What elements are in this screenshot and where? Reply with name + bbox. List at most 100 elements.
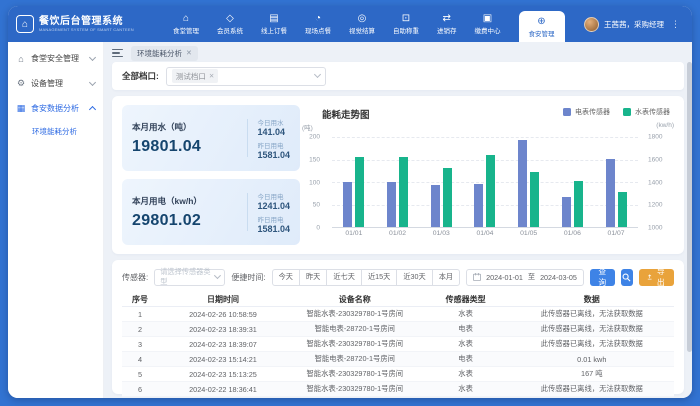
divider [247,193,248,231]
search-button[interactable]: 查询 [590,269,615,286]
nav-label: 会员系统 [217,25,243,35]
cell-data: 此传感器已离线，无法获取数据 [510,339,674,349]
electric-bar [343,182,352,227]
collapse-menu-icon[interactable] [112,49,123,58]
x-tick: 01/04 [476,230,493,237]
quick-15days-button[interactable]: 近15天 [361,269,397,286]
water-bar [618,192,627,227]
water-bar [443,168,452,227]
bar-group: 01/07 [606,137,627,227]
user-avatar [584,17,599,32]
quick-yesterday-button[interactable]: 昨天 [299,269,327,286]
nav-item-vision-checkout[interactable]: ◎ 视觉结算 [349,6,375,42]
stall-tag: 测试档口 ✕ [172,69,218,83]
tag-close-icon[interactable]: ✕ [209,72,214,80]
today-electric-value: 1241.04 [257,201,290,211]
sidebar-item-food-safety-analysis[interactable]: ▦ 食安数据分析 [8,96,103,121]
legend-label: 电表传感器 [575,107,610,117]
y-tick: 50 [313,202,320,209]
electric-bar [431,185,440,227]
legend-electric-sensor[interactable]: 电表传感器 [563,107,610,117]
x-tick: 01/02 [389,230,406,237]
water-stat-title: 本月用水（吨） [132,121,245,133]
sidebar-item-device-mgmt[interactable]: ⚙ 设备管理 [8,71,103,96]
today-water-label: 今日用水 [257,117,290,127]
x-tick: 01/05 [520,230,537,237]
app-window: ⌂ 餐饮后台管理系统 MANAGEMENT SYSTEM OF SMART CA… [8,6,692,398]
cell-datetime: 2024-02-26 10:58:59 [158,310,288,319]
legend-water-sensor[interactable]: 水表传感器 [623,107,670,117]
table-row: 4 2024-02-23 15:14:21 智能电表-28720-1号房间 电表… [122,352,674,367]
stall-select[interactable]: 测试档口 ✕ [166,67,326,86]
electric-stat-card: 本月用电（kw/h） 29801.02 今日用电 1241.04 昨日用电 [122,179,300,245]
table-row: 5 2024-02-23 15:13:25 智能水表-230329780-1号房… [122,367,674,382]
nav-item-canteen-mgmt[interactable]: ⌂ 食堂管理 [173,6,199,42]
nav-item-onsite-order[interactable]: ◔ 现场点餐 [305,6,331,42]
vision-checkout-icon: ◎ [358,13,367,24]
cell-sensor-type: 水表 [422,309,510,319]
user-menu[interactable]: 王茜茜，采购经理 ⋮ [584,17,682,32]
energy-overview-card: 本月用水（吨） 19801.04 今日用水 141.04 昨日用电 1581 [112,96,684,254]
nav-item-payment-center[interactable]: ▣ 缴费中心 [475,6,501,42]
canteen-mgmt-icon: ⌂ [183,13,189,24]
nav-label: 食安管理 [529,28,555,38]
bar-group: 01/01 [343,137,364,227]
y-tick: 1000 [648,225,662,232]
cell-device-name: 智能电表-28720-1号房间 [288,354,422,364]
cell-data: 此传感器已离线，无法获取数据 [510,384,674,394]
sidebar-item-canteen-safety-mgmt[interactable]: ⌂ 食堂安全管理 [8,46,103,71]
date-range-picker[interactable]: 2024-01-01 至 2024-03-05 [466,269,584,286]
x-tick: 01/06 [564,230,581,237]
scrollbar-thumb[interactable] [687,62,692,352]
sidebar-item-label: 设备管理 [31,78,63,89]
cell-seq: 4 [122,355,158,364]
left-axis-ticks: 200 150 100 50 0 [300,137,328,228]
y-tick: 1600 [648,156,662,163]
cell-datetime: 2024-02-23 15:14:21 [158,355,288,364]
sensor-type-select[interactable]: 请选择传感器类型 [154,269,225,286]
cell-sensor-type: 电表 [422,354,510,364]
date-end[interactable]: 2024-03-05 [540,273,577,282]
search-icon-button[interactable] [621,269,634,286]
nav-item-self-weigh[interactable]: ⊡ 自助称重 [393,6,419,42]
y-tick: 150 [309,156,320,163]
canteen-safety-icon: ⌂ [16,54,26,64]
water-bar [574,181,583,227]
right-axis-ticks: 1800 1600 1400 1200 1000 [642,137,674,228]
nav-label: 进销存 [437,25,457,35]
tab-env-energy-analysis[interactable]: 环境能耗分析 ✕ [131,46,198,61]
col-sensor-type: 传感器类型 [422,294,510,305]
quick-30days-button[interactable]: 近30天 [396,269,432,286]
today-water-value: 141.04 [257,127,290,137]
col-datetime: 日期时间 [158,294,288,305]
electric-bar [387,182,396,227]
more-options-icon[interactable]: ⋮ [669,19,682,30]
chevron-down-icon [89,79,96,86]
export-button[interactable]: 导出 [639,269,674,286]
date-start[interactable]: 2024-01-01 [486,273,523,282]
nav-item-inventory[interactable]: ⇄ 进销存 [437,6,457,42]
payment-center-icon: ▣ [483,13,492,24]
nav-label: 自助称重 [393,25,419,35]
yesterday-value: 1581.04 [257,224,290,234]
bars: 01/01 01/02 01/03 [332,137,638,227]
quick-7days-button[interactable]: 近七天 [326,269,362,286]
quick-today-button[interactable]: 今天 [272,269,300,286]
tab-close-icon[interactable]: ✕ [186,49,192,57]
app-title: 餐饮后台管理系统 [39,16,134,27]
quick-month-button[interactable]: 本月 [432,269,460,286]
electric-series-swatch [563,108,571,116]
cell-datetime: 2024-02-23 18:39:31 [158,325,288,334]
cell-sensor-type: 水表 [422,369,510,379]
nav-item-member-system[interactable]: ◇ 会员系统 [217,6,243,42]
cell-data: 此传感器已离线，无法获取数据 [510,309,674,319]
nav-item-food-safety-active[interactable]: ⊕ 食安管理 [519,11,565,42]
sidebar-item-env-energy-analysis[interactable]: 环境能耗分析 [8,121,103,142]
water-bar [355,157,364,227]
legend-label: 水表传感器 [635,107,670,117]
sidebar: ⌂ 食堂安全管理 ⚙ 设备管理 ▦ 食安数据分析 环境能耗分析 [8,42,104,398]
y-tick: 1800 [648,134,662,141]
water-stat-card: 本月用水（吨） 19801.04 今日用水 141.04 昨日用电 1581 [122,105,300,171]
nav-item-online-order[interactable]: ▤ 线上订餐 [261,6,287,42]
divider [247,119,248,157]
